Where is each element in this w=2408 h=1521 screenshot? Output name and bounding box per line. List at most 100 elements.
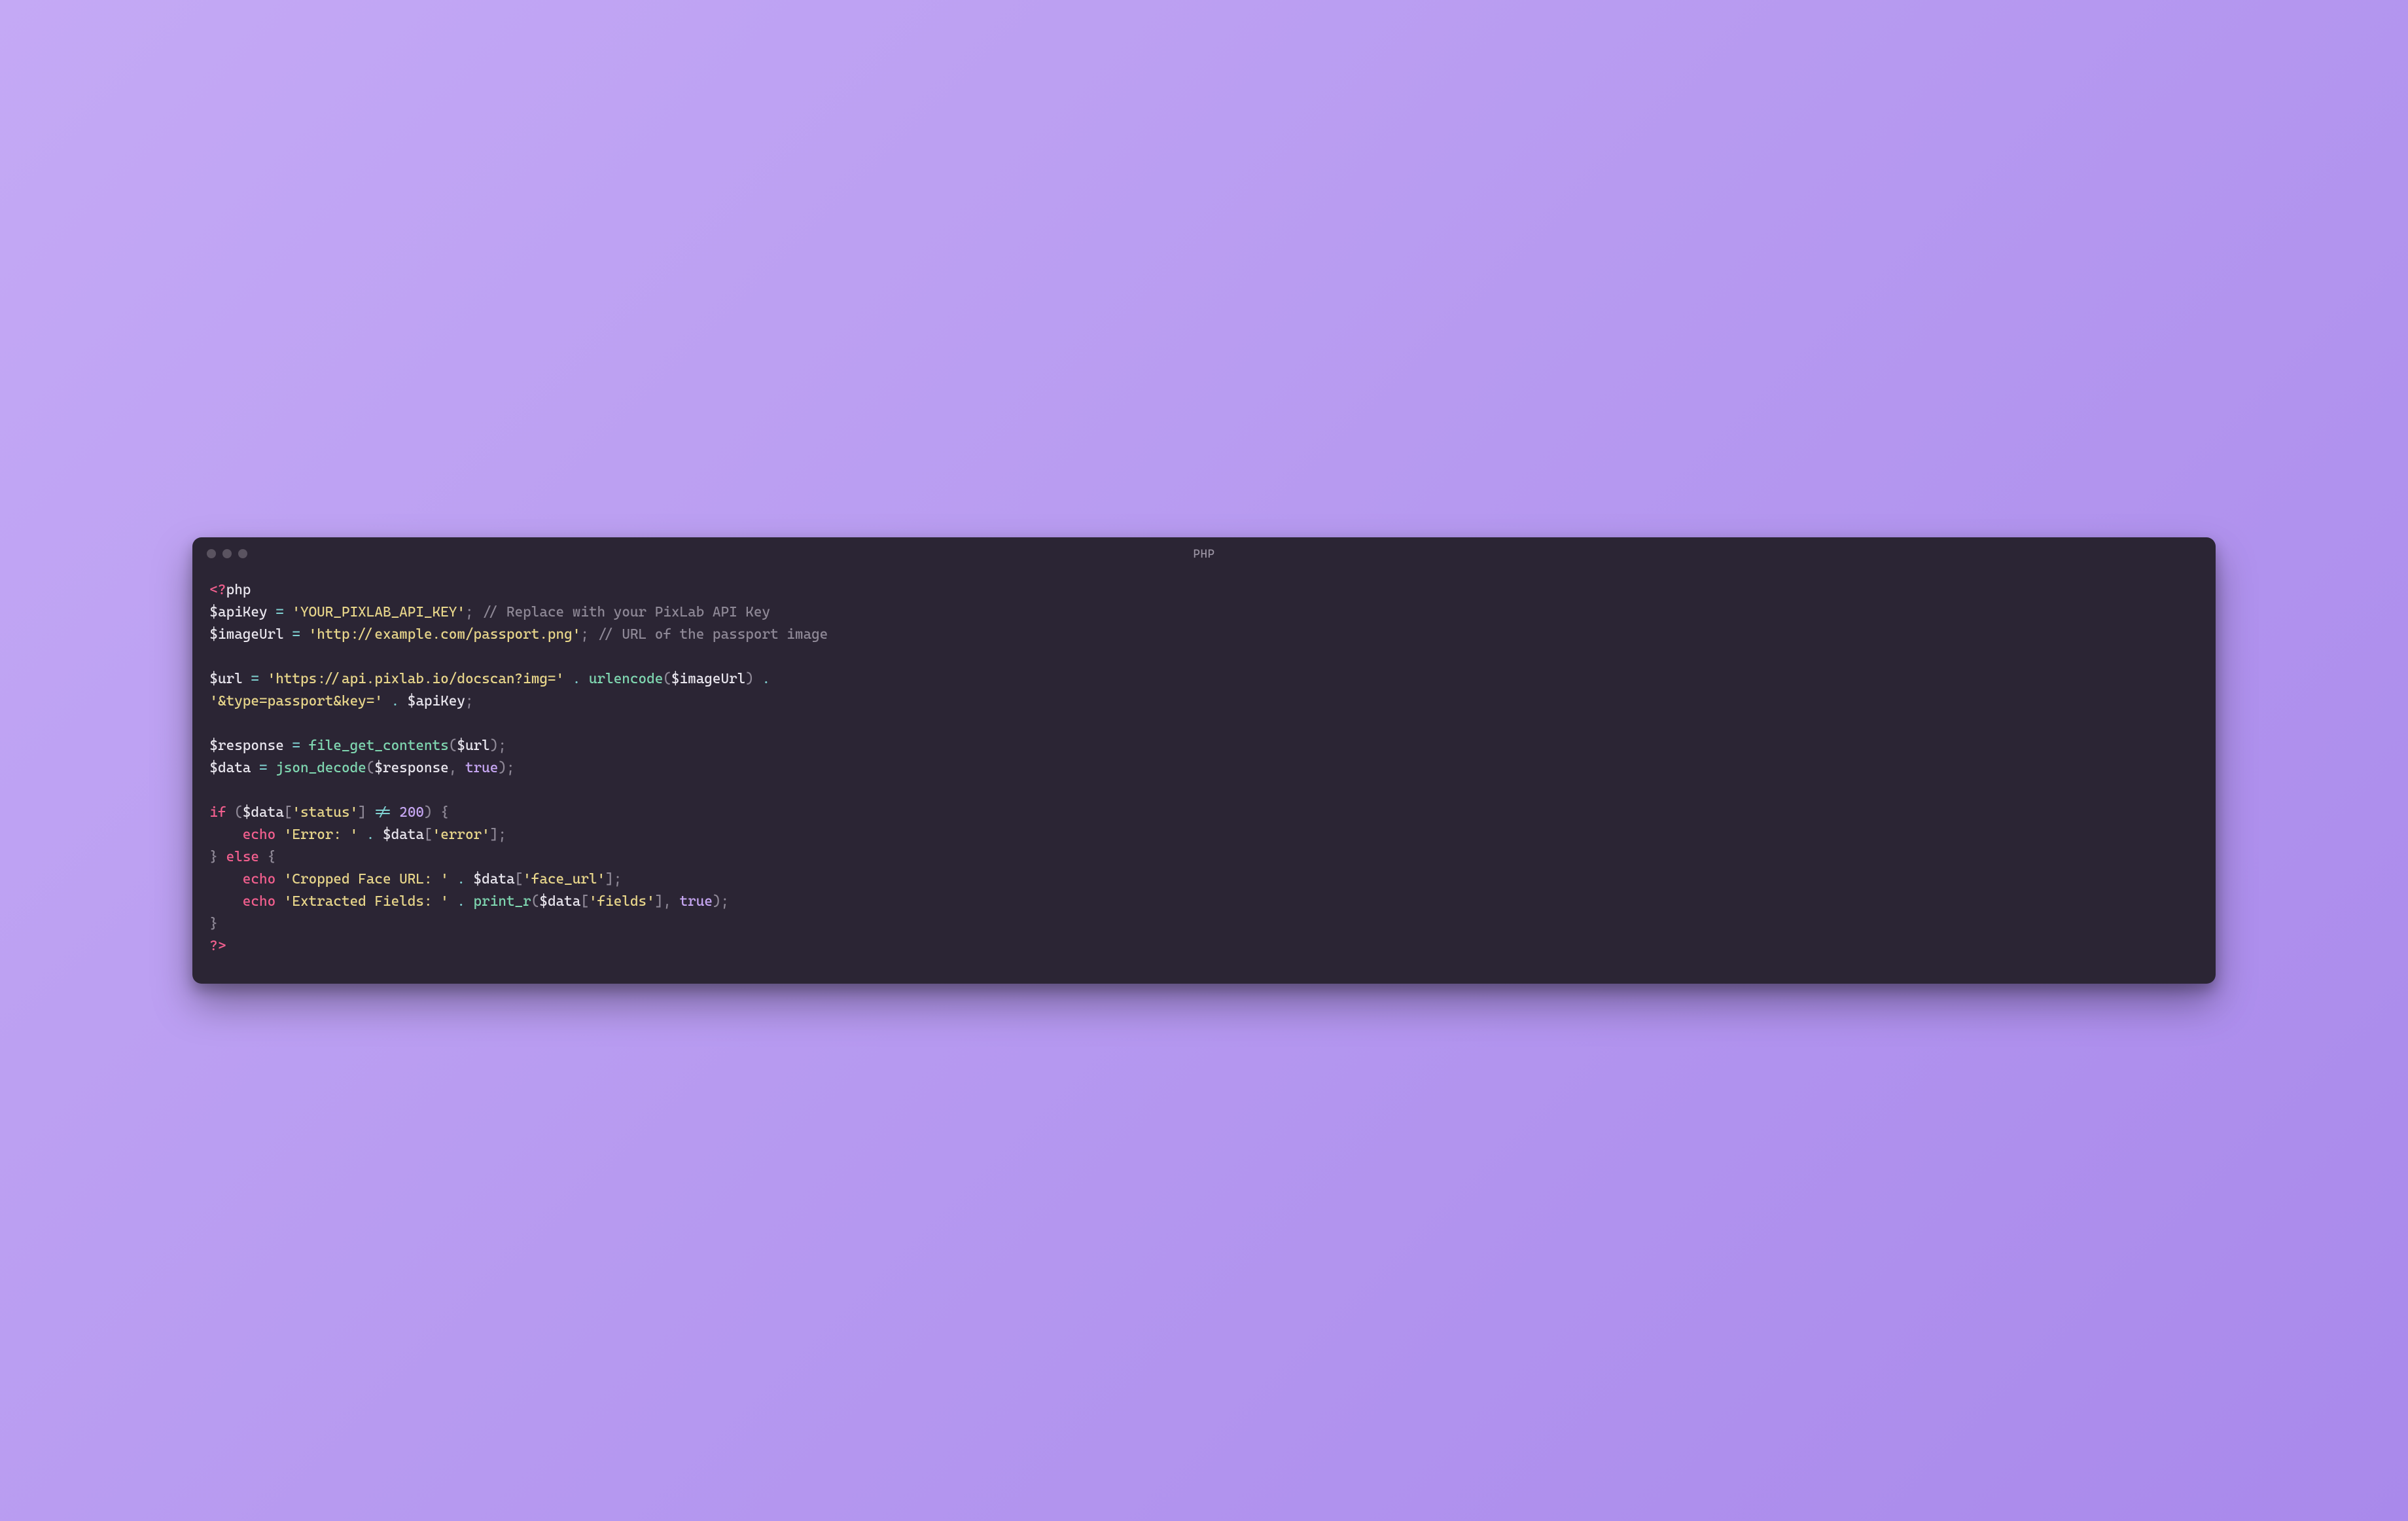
var-data: $data: [474, 871, 515, 887]
string-key: 'fields': [589, 893, 655, 910]
concat-op: .: [754, 671, 779, 687]
brace-close: }: [209, 849, 218, 865]
space: [589, 626, 597, 643]
space: [259, 849, 268, 865]
window-zoom-icon[interactable]: [238, 549, 247, 558]
ne-op: !=: [366, 804, 399, 821]
fn-print-r: print_r: [474, 893, 531, 910]
space: [275, 871, 284, 887]
var-data: $data: [383, 827, 424, 843]
paren-open: (: [449, 738, 457, 754]
paren-close: ): [498, 760, 506, 776]
fn-file-get-contents: file_get_contents: [309, 738, 449, 754]
fn-urlencode: urlencode: [589, 671, 663, 687]
string-key: 'error': [433, 827, 490, 843]
bool-true: true: [465, 760, 498, 776]
kw-if: if: [209, 804, 226, 821]
bracket-open: [: [284, 804, 292, 821]
semicolon: ;: [506, 760, 515, 776]
space: [275, 893, 284, 910]
comment: // Replace with your PixLab API Key: [482, 604, 770, 620]
semicolon: ;: [498, 738, 506, 754]
window-close-icon[interactable]: [207, 549, 216, 558]
comma: ,: [449, 760, 465, 776]
bracket-close: ]: [490, 827, 499, 843]
assign-op: =: [284, 738, 309, 754]
var-url: $url: [209, 671, 242, 687]
string-literal: 'Cropped Face URL: ': [284, 871, 449, 887]
space: [275, 827, 284, 843]
paren-open: (: [234, 804, 243, 821]
string-literal: 'Extracted Fields: ': [284, 893, 449, 910]
string-key: 'status': [292, 804, 358, 821]
semicolon: ;: [614, 871, 622, 887]
var-apikey: $apiKey: [209, 604, 267, 620]
fn-json-decode: json_decode: [275, 760, 366, 776]
space: [474, 604, 482, 620]
var-arg: $apiKey: [408, 693, 465, 709]
string-literal: '&type=passport&key=': [209, 693, 383, 709]
concat-op: .: [358, 827, 383, 843]
kw-else: else: [226, 849, 259, 865]
var-arg: $imageUrl: [671, 671, 745, 687]
code-window: PHP <?php $apiKey = 'YOUR_PIXLAB_API_KEY…: [192, 537, 2215, 983]
bracket-close: ]: [605, 871, 614, 887]
var-response: $response: [209, 738, 283, 754]
assign-op: =: [284, 626, 309, 643]
kw-echo: echo: [243, 871, 275, 887]
paren-close: ): [713, 893, 721, 910]
indent: [209, 871, 242, 887]
paren-open: (: [366, 760, 375, 776]
bracket-open: [: [515, 871, 523, 887]
paren-close: ): [745, 671, 754, 687]
var-imageurl: $imageUrl: [209, 626, 283, 643]
semicolon: ;: [580, 626, 589, 643]
paren-close: ): [490, 738, 499, 754]
bracket-close: ]: [655, 893, 664, 910]
indent: [209, 827, 242, 843]
var-arg: $url: [457, 738, 489, 754]
titlebar: PHP: [192, 537, 2215, 567]
space: [226, 804, 235, 821]
indent: [209, 893, 242, 910]
var-arg: $response: [374, 760, 448, 776]
bracket-open: [: [424, 827, 433, 843]
brace-close: }: [209, 916, 218, 932]
bracket-close: ]: [358, 804, 366, 821]
window-title: PHP: [192, 547, 2215, 561]
window-minimize-icon[interactable]: [222, 549, 232, 558]
semicolon: ;: [465, 604, 474, 620]
number-literal: 200: [399, 804, 424, 821]
kw-echo: echo: [243, 827, 275, 843]
var-data: $data: [539, 893, 580, 910]
string-literal: 'http://example.com/passport.png': [309, 626, 581, 643]
comment: // URL of the passport image: [597, 626, 828, 643]
string-literal: 'https://api.pixlab.io/docscan?img=': [268, 671, 565, 687]
paren-open: (: [531, 893, 540, 910]
comma: ,: [663, 893, 679, 910]
semicolon: ;: [465, 693, 474, 709]
bool-true: true: [680, 893, 713, 910]
traffic-lights: [207, 549, 247, 558]
code-area[interactable]: <?php $apiKey = 'YOUR_PIXLAB_API_KEY'; /…: [192, 567, 2215, 983]
concat-op: .: [383, 693, 408, 709]
brace-open: {: [440, 804, 449, 821]
brace-open: {: [268, 849, 276, 865]
var-data: $data: [243, 804, 284, 821]
string-literal: 'Error: ': [284, 827, 358, 843]
concat-op: .: [449, 871, 474, 887]
space: [218, 849, 226, 865]
php-open-tag: <?: [209, 582, 226, 598]
paren-close: ): [424, 804, 433, 821]
space: [433, 804, 441, 821]
semicolon: ;: [498, 827, 506, 843]
string-key: 'face_url': [523, 871, 605, 887]
php-open-word: php: [226, 582, 251, 598]
string-literal: 'YOUR_PIXLAB_API_KEY': [292, 604, 465, 620]
kw-echo: echo: [243, 893, 275, 910]
bracket-open: [: [580, 893, 589, 910]
concat-op: .: [449, 893, 474, 910]
assign-op: =: [243, 671, 268, 687]
paren-open: (: [663, 671, 671, 687]
concat-op: .: [564, 671, 589, 687]
